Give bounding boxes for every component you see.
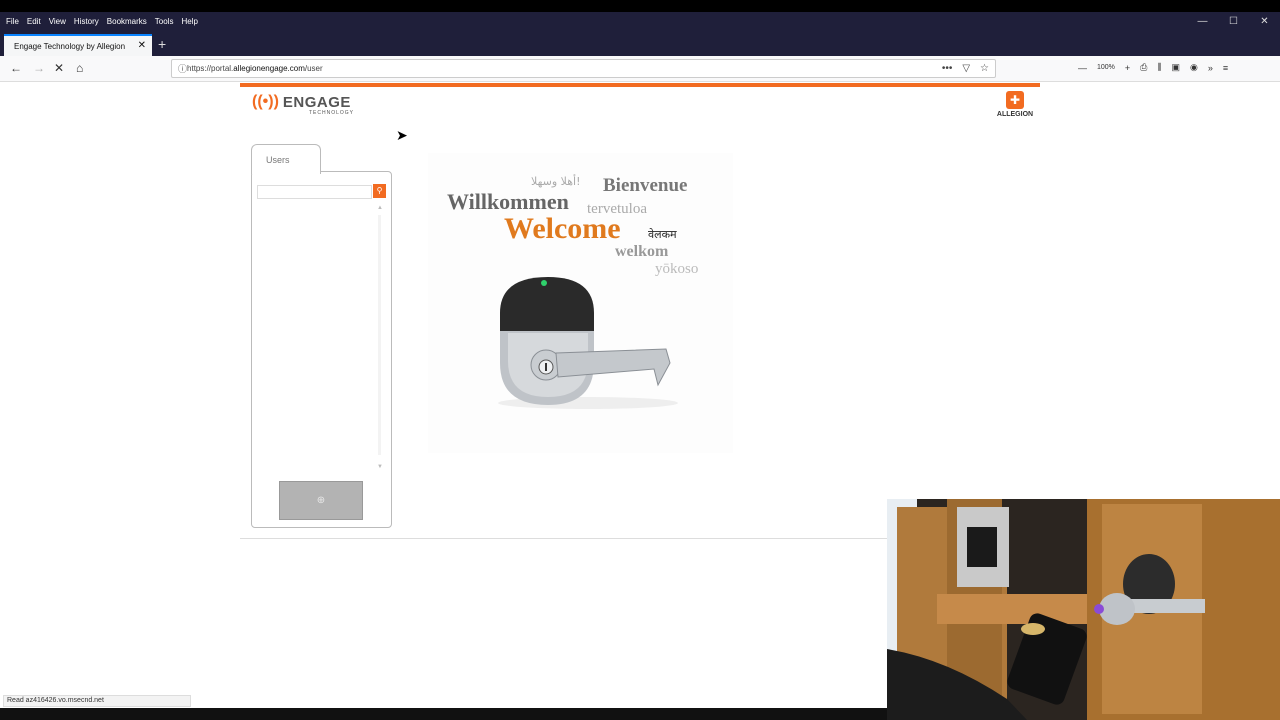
menu-history[interactable]: History: [74, 17, 99, 26]
logo-sub: TECHNOLOGY: [309, 110, 355, 116]
close-window-icon[interactable]: ✕: [1249, 16, 1280, 27]
minimize-icon[interactable]: —: [1187, 16, 1218, 27]
new-tab-icon[interactable]: +: [158, 36, 166, 52]
mouse-cursor-icon: ➤: [396, 127, 408, 143]
allegion-word: ALLEGION: [996, 111, 1034, 118]
menu-bookmarks[interactable]: Bookmarks: [107, 17, 147, 26]
status-text: Read az416426.vo.msecnd.net: [3, 695, 191, 707]
engage-logo-icon: ((•)): [252, 93, 279, 110]
scroll-down-icon[interactable]: ▼: [377, 464, 383, 470]
menu-help[interactable]: Help: [181, 17, 197, 26]
url-bar[interactable]: ⓘ 🔒︎ https://portal.allegionengage.com/u…: [171, 59, 996, 190]
browser-window: File Edit View History Bookmarks Tools Help — …: [0, 0, 1280, 720]
tab-bar: Engage Technology by Allegion ✕ +: [0, 34, 1280, 56]
zoom-out-icon[interactable]: —: [1078, 63, 1087, 73]
menu-file[interactable]: File: [6, 17, 19, 26]
engage-logo[interactable]: ((•)) ENGAGE TECHNOLOGY: [252, 93, 353, 116]
menu-bar: File Edit View History Bookmarks Tools Help — …: [0, 12, 1280, 34]
hamburger-menu-icon[interactable]: ≡: [1223, 63, 1228, 73]
header-accent-bar: [240, 83, 1040, 87]
menu-edit[interactable]: Edit: [27, 17, 41, 26]
zoom-level[interactable]: 100%: [1097, 64, 1115, 71]
welcome-dutch: welkom: [615, 243, 669, 260]
welcome-graphic: أهلا وسهلا! Bienvenue Willkommen tervetu…: [428, 153, 733, 453]
search-input[interactable]: [257, 185, 372, 199]
tab-joint: [252, 171, 320, 173]
menu-view[interactable]: View: [49, 17, 66, 26]
bookmark-star-icon[interactable]: ☆: [980, 63, 989, 74]
url-actions: ••• ▽ ☆: [942, 63, 989, 74]
search-icon[interactable]: ⚲: [373, 184, 386, 198]
users-panel: [251, 171, 392, 528]
sidebar-icon[interactable]: ▣: [1172, 62, 1181, 73]
menu-tools[interactable]: Tools: [155, 17, 174, 26]
print-icon[interactable]: ⎙: [1140, 62, 1147, 73]
window-controls: — ☐ ✕: [1187, 16, 1280, 27]
stop-icon[interactable]: ✕: [54, 61, 64, 75]
add-user-button[interactable]: ⊕: [279, 481, 363, 520]
page-actions-icon[interactable]: •••: [942, 63, 953, 74]
letterbox-bottom: [0, 708, 887, 720]
welcome-hindi: वेलकम: [648, 228, 677, 241]
door-lock-image: [498, 277, 678, 409]
tab-users[interactable]: Users: [251, 144, 321, 174]
maximize-icon[interactable]: ☐: [1218, 16, 1249, 27]
toolbar-right: — 100% + ⎙ ⫼ ▣ ◉ » ≡: [1078, 62, 1228, 73]
url-host: allegionengage.com: [233, 64, 305, 73]
info-icon[interactable]: ⓘ: [178, 62, 187, 75]
zoom-in-icon[interactable]: +: [1125, 63, 1130, 73]
pocket-icon[interactable]: ▽: [962, 63, 970, 74]
back-icon[interactable]: ←: [10, 61, 22, 75]
user-list-scrollbar[interactable]: ▲ ▼: [377, 205, 383, 470]
welcome-arabic: أهلا وسهلا!: [531, 175, 581, 188]
scroll-up-icon[interactable]: ▲: [377, 205, 383, 211]
footer-divider: [240, 538, 890, 539]
url-path: /user: [304, 64, 323, 73]
nav-bar: ← → ✕ ⌂ ⓘ 🔒︎ https://portal.allegionenga…: [0, 56, 1280, 190]
library-icon[interactable]: ⫼: [1157, 62, 1161, 73]
menu-list: File Edit View History Bookmarks Tools Help: [6, 17, 198, 26]
forward-icon[interactable]: →: [33, 61, 45, 75]
door-demo-photo: [887, 499, 1280, 720]
letterbox-top: [0, 0, 1280, 12]
camera-overlay-image: [887, 499, 1280, 720]
logo-word: ENGAGE: [282, 93, 351, 111]
welcome-french: Bienvenue: [603, 175, 688, 196]
url-prefix: https://portal.: [187, 64, 234, 73]
overflow-icon[interactable]: »: [1208, 63, 1213, 73]
tab-title: Engage Technology by Allegion: [14, 41, 126, 51]
home-icon[interactable]: ⌂: [76, 61, 83, 75]
allegion-logo: ✚ ALLEGION: [993, 91, 1037, 118]
allegion-logo-icon: ✚: [1006, 91, 1024, 109]
tab-engage[interactable]: Engage Technology by Allegion ✕: [4, 34, 152, 56]
account-icon[interactable]: ◉: [1190, 62, 1198, 73]
tab-close-icon[interactable]: ✕: [138, 40, 146, 51]
welcome-english: Welcome: [504, 212, 621, 245]
scroll-track[interactable]: [378, 215, 381, 455]
